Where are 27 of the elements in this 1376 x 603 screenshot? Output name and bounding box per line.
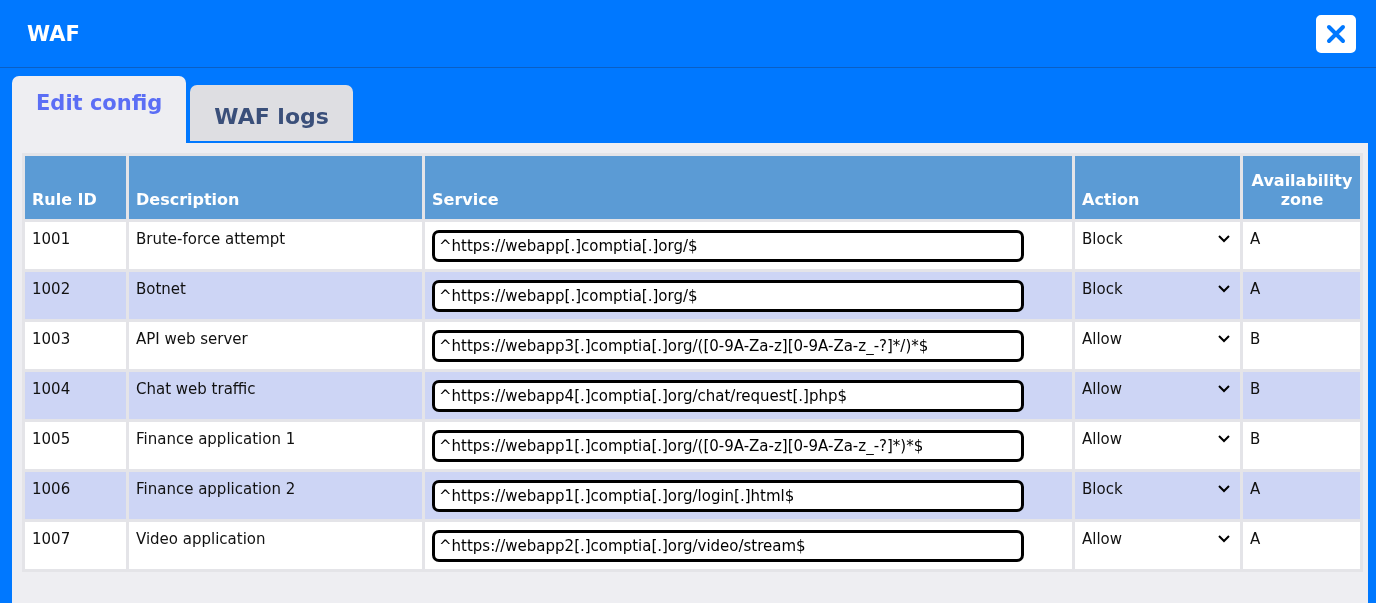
column-header: Availability zone (1241, 154, 1362, 221)
service-field[interactable]: ^https://webapp3[.]comptia[.]org/([0-9A-Za-z][0-9A-Za-z_-?]*/)*$ (432, 329, 1024, 362)
chevron-down-icon (1218, 534, 1230, 543)
service-field[interactable]: ^https://webapp[.]comptia[.]org/$ (432, 279, 1024, 312)
chevron-down-icon (1218, 234, 1230, 243)
service-field[interactable]: ^https://webapp1[.]comptia[.]org/([0-9A-Za-z][0-9A-Za-z_-?]*)*$ (432, 429, 1024, 462)
service-field[interactable]: ^https://webapp4[.]comptia[.]org/chat/request[.]php$ (432, 379, 1024, 412)
close-button[interactable] (1316, 14, 1356, 53)
table-cell: A (1241, 520, 1362, 571)
table-cell: 1007 (23, 520, 128, 571)
service-field[interactable]: ^https://webapp[.]comptia[.]org/$ (432, 229, 1024, 262)
tab[interactable]: WAF logs (190, 85, 353, 143)
service-field[interactable]: ^https://webapp1[.]comptia[.]org/login[.]html$ (432, 479, 1024, 512)
table-cell: Video application (127, 520, 424, 571)
chevron-down-icon (1218, 334, 1230, 343)
chevron-down-icon (1218, 434, 1230, 443)
chevron-down-icon (1218, 484, 1230, 493)
chevron-down-icon (1218, 284, 1230, 293)
column-header: Action (1073, 154, 1242, 221)
window-title: WAF (27, 21, 80, 46)
column-header: Description (127, 154, 424, 221)
column-header: Service (423, 154, 1074, 221)
service-field[interactable]: ^https://webapp2[.]comptia[.]org/video/stream$ (432, 529, 1024, 562)
close-icon (1326, 23, 1346, 44)
tab[interactable]: Edit config (12, 76, 187, 143)
column-header: Rule ID (23, 154, 128, 221)
chevron-down-icon (1218, 384, 1230, 393)
